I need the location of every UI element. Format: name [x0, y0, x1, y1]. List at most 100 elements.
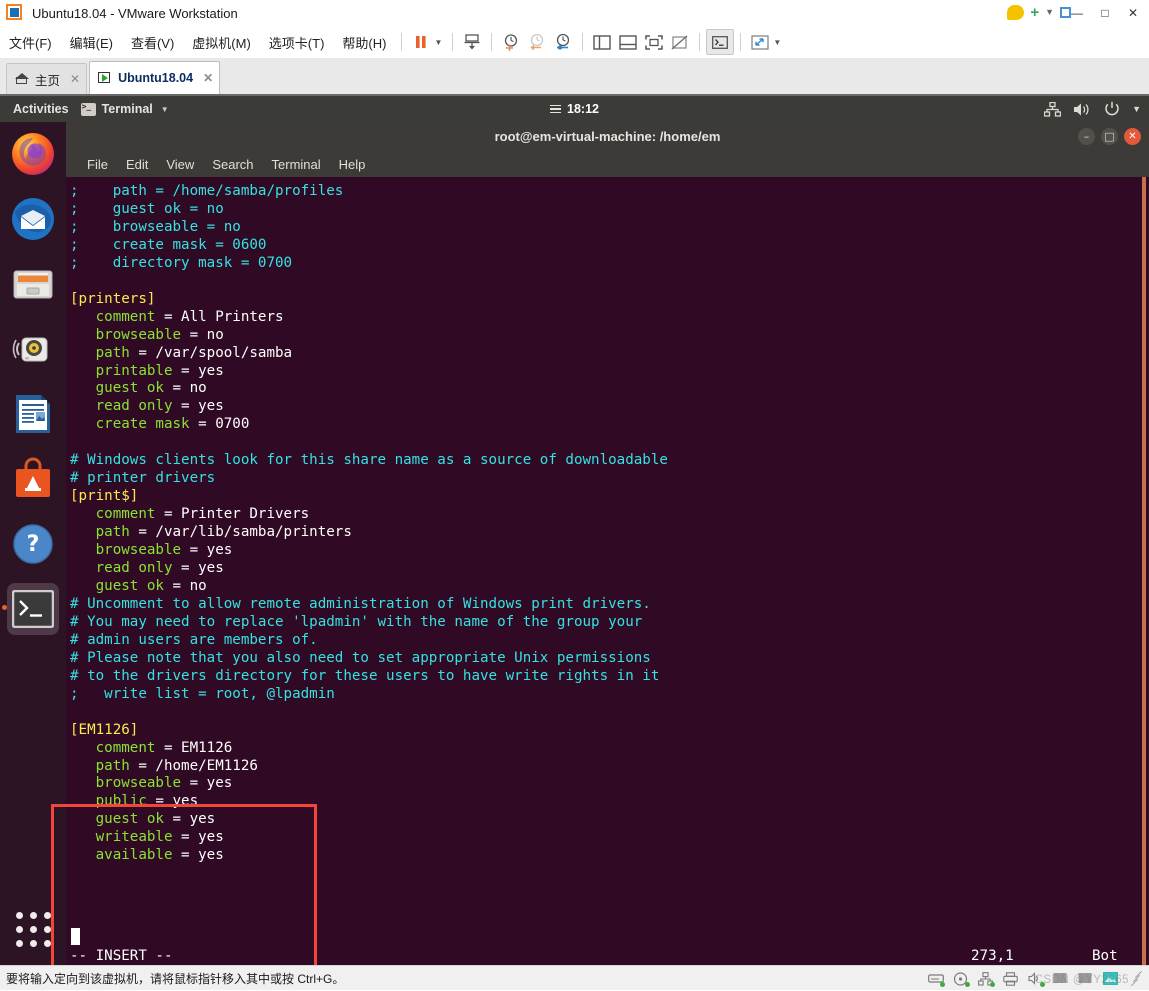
terminal-menu-search[interactable]: Search [203, 155, 262, 174]
maximize-button[interactable]: □ [1091, 1, 1119, 25]
fullscreen-button[interactable] [641, 30, 667, 54]
toolbar-divider [699, 33, 701, 51]
terminal-text-segment: = [181, 775, 207, 792]
bottom-panel-icon [619, 34, 638, 50]
terminal-menu-file[interactable]: File [78, 155, 117, 174]
menu-edit[interactable]: 编辑(E) [61, 29, 122, 56]
sound-status-icon[interactable] [1028, 971, 1045, 987]
keyboard-status-icon[interactable] [1078, 972, 1094, 986]
terminal-window-controls: – □ ✕ [1078, 122, 1141, 151]
toolbar-divider [491, 33, 493, 51]
menu-tabs[interactable]: 选项卡(T) [260, 29, 334, 56]
terminal-text-segment: no [189, 577, 207, 594]
terminal-text-segment: browseable [70, 542, 182, 559]
terminal-text-segment: available [70, 847, 173, 864]
terminal-text-segment: yes [198, 560, 224, 577]
terminal-text-segment: path [70, 344, 130, 361]
terminal-close-button[interactable]: ✕ [1124, 128, 1141, 145]
menu-file[interactable]: 文件(F) [0, 29, 61, 56]
take-snapshot-button[interactable] [498, 30, 524, 54]
pause-icon [416, 36, 427, 48]
usb-status-icon[interactable] [1053, 972, 1069, 986]
terminal-text-segment: # You may need to replace 'lpadmin' with… [70, 613, 643, 630]
tab-home[interactable]: 主页 ✕ [6, 63, 88, 94]
snapshot-manager-button[interactable] [550, 30, 576, 54]
toolbar-divider [740, 33, 742, 51]
minimize-button[interactable]: — [1063, 1, 1091, 25]
vmware-title-bar: Ubuntu18.04 - VMware Workstation + ▼ — □… [0, 0, 1149, 26]
terminal-title: root@em-virtual-machine: /home/em [494, 129, 721, 144]
terminal-text-segment: guest ok [70, 811, 164, 828]
notification-bubble-icon[interactable] [1007, 4, 1025, 20]
console-view-button[interactable] [706, 29, 735, 55]
terminal-text-segment: # admin users are members of. [70, 631, 318, 648]
suspend-button[interactable] [408, 30, 434, 54]
resize-grip[interactable] [1128, 970, 1143, 987]
manage-snapshot-button[interactable] [459, 30, 485, 54]
terminal-text-segment: path [70, 524, 130, 541]
unity-mode-icon [671, 34, 688, 50]
display-status-icon[interactable] [1103, 971, 1119, 986]
cdrom-status-icon[interactable] [953, 971, 970, 987]
close-button[interactable]: ✕ [1119, 1, 1147, 25]
dock-item-rhythmbox[interactable] [7, 323, 59, 375]
menu-view[interactable]: 查看(V) [122, 29, 183, 56]
dock-item-thunderbird[interactable] [7, 193, 59, 245]
terminal-text-segment: browseable [70, 326, 182, 343]
terminal-text-segment: read only [70, 398, 173, 415]
terminal-maximize-button[interactable]: □ [1101, 128, 1118, 145]
terminal-text-segment: [EM1126] [70, 721, 139, 738]
gnome-top-bar: Activities Terminal ▼ 18:12 [0, 96, 1149, 122]
chevron-down-icon[interactable]: ▼ [773, 38, 781, 47]
dock-item-libreoffice-writer[interactable] [7, 388, 59, 440]
menu-help[interactable]: 帮助(H) [333, 29, 395, 56]
terminal-text-segment: [print$] [70, 488, 139, 505]
tab-ubuntu-close-icon[interactable]: ✕ [203, 71, 213, 85]
terminal-text-segment: create mask [70, 416, 190, 433]
clock-menu[interactable]: 18:12 [0, 102, 1149, 116]
terminal-text-segment: = [163, 380, 190, 397]
terminal-scrollbar-thumb[interactable] [1142, 177, 1146, 965]
terminal-menu-edit[interactable]: Edit [117, 155, 157, 174]
stretch-guest-button[interactable] [747, 30, 773, 54]
show-thumbnail-bar-button[interactable] [615, 30, 641, 54]
dock-item-terminal[interactable] [2, 583, 59, 635]
system-status-area[interactable]: ▼ [1044, 96, 1141, 122]
terminal-text-segment: ; guest ok = no [70, 200, 224, 217]
terminal-menu-help[interactable]: Help [330, 155, 375, 174]
unity-mode-button[interactable] [667, 30, 693, 54]
chevron-down-icon[interactable]: ▼ [1045, 7, 1054, 17]
expand-arrows-icon [751, 34, 769, 50]
tab-ubuntu[interactable]: Ubuntu18.04 ✕ [89, 61, 221, 94]
toolbar-divider [401, 33, 403, 51]
dock-item-files[interactable] [7, 258, 59, 310]
terminal-text-area[interactable]: ; path = /home/samba/profiles ; guest ok… [66, 177, 1149, 965]
terminal-scrollbar[interactable] [1136, 177, 1149, 965]
dock-item-firefox[interactable] [7, 128, 59, 180]
terminal-text-segment: ; browseable = no [70, 218, 241, 235]
dock-item-help[interactable]: ? [7, 518, 59, 570]
printer-status-icon[interactable] [1003, 971, 1019, 986]
files-icon [13, 270, 53, 299]
vim-scroll-location: Bot [1092, 948, 1118, 964]
terminal-text-segment: printable [70, 362, 173, 379]
harddisk-status-icon[interactable] [928, 972, 945, 987]
show-library-button[interactable] [589, 30, 615, 54]
terminal-text-segment: = All Printers [155, 308, 284, 325]
show-applications-button[interactable] [7, 903, 59, 955]
terminal-text-segment: = /home/EM1126 [129, 757, 258, 774]
revert-snapshot-button[interactable] [524, 30, 550, 54]
menu-vm[interactable]: 虚拟机(M) [183, 29, 260, 56]
plus-icon[interactable]: + [1030, 5, 1039, 20]
terminal-text-segment: = EM1126 [155, 739, 233, 756]
network-status-icon[interactable] [978, 971, 995, 987]
terminal-text-segment: browseable [70, 775, 182, 792]
tab-home-close-icon[interactable]: ✕ [70, 72, 80, 86]
terminal-text-segment: = [172, 560, 199, 577]
terminal-menu-view[interactable]: View [157, 155, 203, 174]
terminal-minimize-button[interactable]: – [1078, 128, 1095, 145]
terminal-menu-terminal[interactable]: Terminal [263, 155, 330, 174]
chevron-down-icon[interactable]: ▼ [434, 38, 442, 47]
clock-label: 18:12 [567, 102, 599, 116]
dock-item-ubuntu-software[interactable] [7, 453, 59, 505]
